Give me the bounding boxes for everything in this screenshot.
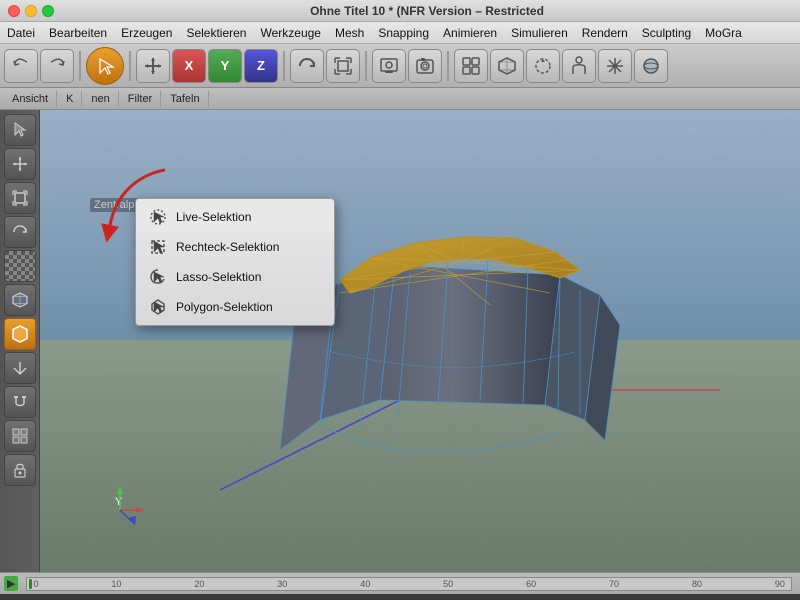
marker-90: 90 (775, 579, 785, 589)
lt-cursor[interactable] (4, 114, 36, 146)
rotate-button[interactable] (290, 49, 324, 83)
lt-move[interactable] (4, 148, 36, 180)
marker-70: 70 (609, 579, 619, 589)
marker-0: 0 (33, 579, 38, 589)
menu-mogra[interactable]: MoGra (698, 24, 749, 42)
menu-snapping[interactable]: Snapping (371, 24, 436, 42)
marker-20: 20 (194, 579, 204, 589)
menu-sculpting[interactable]: Sculpting (635, 24, 698, 42)
menu-item-polygon[interactable]: Polygon-Selektion (136, 292, 334, 322)
titlebar: Ohne Titel 10 * (NFR Version – Restricte… (0, 0, 800, 22)
maximize-button[interactable] (42, 5, 54, 17)
left-toolbar (0, 110, 40, 572)
menu-item-live[interactable]: Live-Selektion (136, 202, 334, 232)
minimize-button[interactable] (25, 5, 37, 17)
traffic-lights (8, 5, 54, 17)
z-axis-button[interactable]: Z (244, 49, 278, 83)
separator-5 (447, 51, 449, 81)
timeline-bar[interactable]: 0 10 20 30 40 50 60 70 80 90 (26, 577, 792, 591)
marker-50: 50 (443, 579, 453, 589)
menubar: DateiBearbeitenErzeugenSelektierenWerkze… (0, 22, 800, 44)
dropdown-menu: Live-Selektion Rechteck-Selektion (135, 198, 335, 326)
separator-2 (129, 51, 131, 81)
render-button[interactable] (372, 49, 406, 83)
y-axis-button[interactable]: Y (208, 49, 242, 83)
menu-selektieren[interactable]: Selektieren (179, 24, 253, 42)
toolbar: X Y Z (0, 44, 800, 88)
live-selection-button[interactable] (86, 47, 124, 85)
sphere-button[interactable] (634, 49, 668, 83)
tab-tafeln[interactable]: Tafeln (162, 91, 208, 107)
menu-rendern[interactable]: Rendern (575, 24, 635, 42)
snowflake-button[interactable] (598, 49, 632, 83)
cube-button[interactable] (490, 49, 524, 83)
marker-30: 30 (277, 579, 287, 589)
lasso-selection-icon (148, 267, 168, 287)
timeline-button[interactable] (454, 49, 488, 83)
separator-4 (365, 51, 367, 81)
rect-selection-icon (148, 237, 168, 257)
window-title: Ohne Titel 10 * (NFR Version – Restricte… (54, 4, 800, 18)
timeline-start-indicator: ▶ (4, 576, 18, 591)
toolbar2: Ansicht K nen Filter Tafeln (0, 88, 800, 110)
menu-mesh[interactable]: Mesh (328, 24, 371, 42)
live-selection-icon (148, 207, 168, 227)
menu-animieren[interactable]: Animieren (436, 24, 504, 42)
polygon-selection-icon (148, 297, 168, 317)
tab-k[interactable]: K (58, 91, 82, 107)
redo-button[interactable] (40, 49, 74, 83)
move-button[interactable] (136, 49, 170, 83)
menu-werkzeuge[interactable]: Werkzeuge (253, 24, 327, 42)
lt-grid[interactable] (4, 420, 36, 452)
camera-button[interactable] (408, 49, 442, 83)
character-button[interactable] (562, 49, 596, 83)
undo-button[interactable] (4, 49, 38, 83)
lt-checkerboard[interactable] (4, 250, 36, 282)
separator-3 (283, 51, 285, 81)
marker-80: 80 (692, 579, 702, 589)
close-button[interactable] (8, 5, 20, 17)
menu-datei[interactable]: Datei (0, 24, 42, 42)
marker-60: 60 (526, 579, 536, 589)
tab-filter[interactable]: Filter (120, 91, 161, 107)
scale-button[interactable] (326, 49, 360, 83)
menu-bearbeiten[interactable]: Bearbeiten (42, 24, 114, 42)
loop-button[interactable] (526, 49, 560, 83)
separator-1 (79, 51, 81, 81)
viewport[interactable]: Y Zentralperspek Live-Selektion (40, 110, 800, 572)
lt-scale[interactable] (4, 182, 36, 214)
marker-10: 10 (111, 579, 121, 589)
x-axis-button[interactable]: X (172, 49, 206, 83)
lt-lock[interactable] (4, 454, 36, 486)
tab-ansicht[interactable]: Ansicht (4, 91, 57, 107)
lt-magnet[interactable] (4, 386, 36, 418)
menu-erzeugen[interactable]: Erzeugen (114, 24, 179, 42)
marker-40: 40 (360, 579, 370, 589)
lt-box[interactable] (4, 284, 36, 316)
tab-nen[interactable]: nen (83, 91, 118, 107)
menu-simulieren[interactable]: Simulieren (504, 24, 575, 42)
timeline: ▶ 0 10 20 30 40 50 60 70 80 90 (0, 572, 800, 594)
lt-cube-active[interactable] (4, 318, 36, 350)
svg-text:Y: Y (115, 496, 123, 508)
timeline-markers: 0 10 20 30 40 50 60 70 80 90 (27, 579, 791, 589)
menu-item-lasso[interactable]: Lasso-Selektion (136, 262, 334, 292)
lt-rotate[interactable] (4, 216, 36, 248)
menu-item-rect[interactable]: Rechteck-Selektion (136, 232, 334, 262)
lt-arrow[interactable] (4, 352, 36, 384)
main-area: Y Zentralperspek Live-Selektion (0, 110, 800, 572)
